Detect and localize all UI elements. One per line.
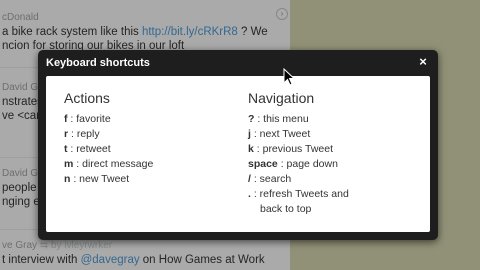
shortcut-row: / : search (248, 173, 292, 185)
shortcut-row: m : direct message (64, 158, 154, 170)
dialog-title: Keyboard shortcuts (46, 57, 150, 69)
shortcut-row: f : favorite (64, 113, 111, 125)
shortcut-row: r : reply (64, 128, 100, 140)
shortcut-row-continuation: back to top (260, 203, 312, 215)
shortcut-row: j : next Tweet (248, 128, 311, 140)
shortcut-row: space : page down (248, 158, 338, 170)
shortcut-row: ? : this menu (248, 113, 309, 125)
column-heading: Actions (64, 90, 110, 106)
dialog-header: Keyboard shortcuts × (38, 50, 438, 76)
mouse-pointer-icon (283, 68, 295, 86)
close-icon[interactable]: × (416, 55, 430, 69)
shortcut-row: n : new Tweet (64, 173, 130, 185)
shortcut-row: . : refresh Tweets and (248, 188, 349, 200)
column-heading: Navigation (248, 90, 315, 106)
shortcut-row: t : retweet (64, 143, 111, 155)
dialog-body: Actions f : favorite r : reply t : retwe… (46, 76, 430, 232)
keyboard-shortcuts-dialog: Keyboard shortcuts × Actions f : favorit… (38, 50, 438, 240)
shortcut-row: k : previous Tweet (248, 143, 334, 155)
